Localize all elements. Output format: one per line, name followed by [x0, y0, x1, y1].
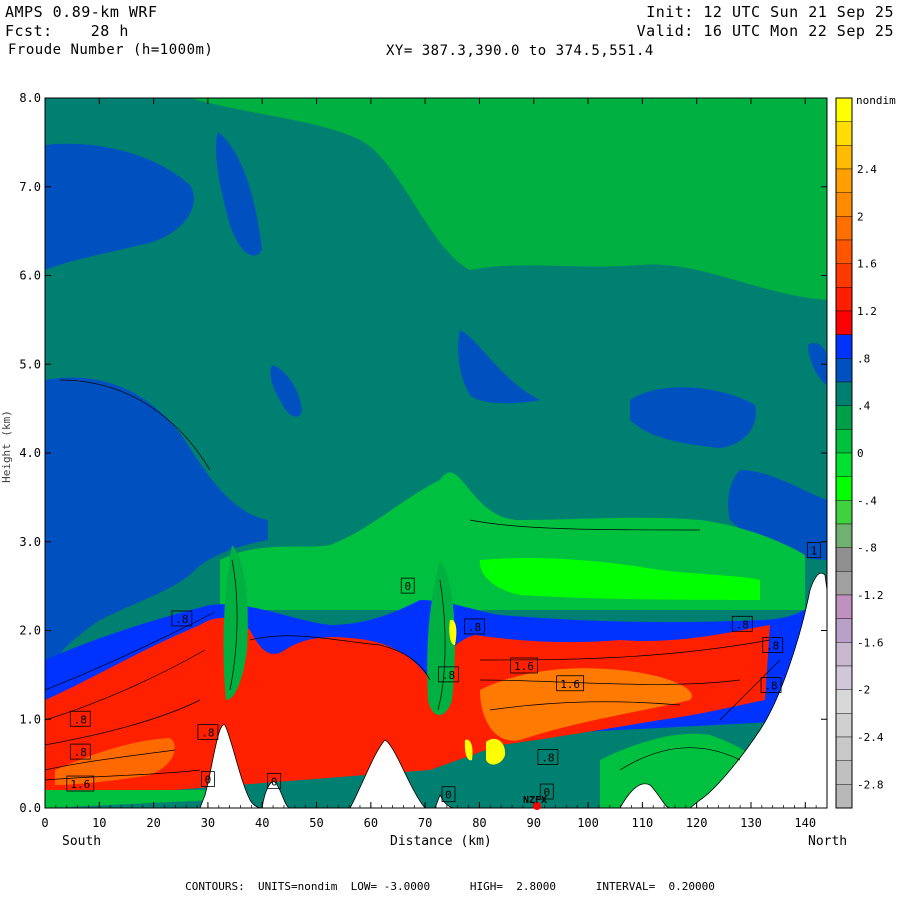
contour-label-text: 1.6 — [514, 660, 534, 673]
colorbar-swatch — [835, 665, 853, 690]
colorbar-label: .4 — [857, 400, 871, 413]
colorbar-swatch — [835, 334, 853, 359]
colorbar-swatch — [835, 239, 853, 264]
contour-label-text: 0 — [445, 789, 452, 802]
colorbar-label: -1.2 — [857, 589, 884, 602]
colorbar-label: 2 — [857, 210, 864, 223]
colorbar-label: -.8 — [857, 542, 877, 555]
x-tick-label: 110 — [632, 816, 654, 830]
y-tick-label: 1.0 — [19, 712, 41, 726]
x-tick-label: 120 — [686, 816, 708, 830]
colorbar-label: -.4 — [857, 494, 877, 507]
x-tick-label: 20 — [146, 816, 160, 830]
colorbar-swatch — [835, 192, 853, 217]
cross-section-plot: .8 .8 1.6 .8 .8 0 0 0 .8 .8 1.6 1.6 .8 0 0 .8 .8 .8 1 0 10 2… — [19, 91, 896, 830]
x-axis-south-label: South — [62, 834, 102, 849]
colorbar-swatch — [835, 287, 853, 312]
colorbar-swatch — [835, 618, 853, 643]
contour-label: 1.6 — [556, 675, 585, 692]
contour-info-footer: CONTOURS: UNITS=nondim LOW= -3.0000 HIGH… — [185, 880, 715, 893]
x-tick-label: 40 — [255, 816, 269, 830]
contour-label: 1.6 — [510, 657, 538, 674]
y-tick-label: 6.0 — [19, 269, 41, 283]
colorbar-swatch — [835, 736, 853, 761]
y-tick-label: 3.0 — [19, 535, 41, 549]
colorbar-swatch — [835, 476, 853, 501]
colorbar-unit: nondim — [856, 94, 896, 107]
x-tick-label: 90 — [527, 816, 541, 830]
contour-label-text: 1 — [811, 545, 818, 558]
colorbar-label: -2.8 — [857, 778, 884, 791]
colorbar-label: 2.4 — [857, 163, 877, 176]
colorbar-swatch — [835, 381, 853, 406]
contour-label-text: 0 — [271, 775, 278, 788]
x-tick-label: 30 — [201, 816, 215, 830]
contour-label-text: .8 — [442, 669, 455, 682]
y-tick-label: 0.0 — [19, 801, 41, 815]
colorbar-label: .8 — [857, 352, 870, 365]
x-axis-north-label: North — [808, 834, 848, 849]
y-tick-label: 5.0 — [19, 357, 41, 371]
contour-fill-layer — [45, 98, 827, 808]
colorbar-label: 1.2 — [857, 305, 877, 318]
y-tick-label: 2.0 — [19, 624, 41, 638]
contour-label-text: 1.6 — [70, 778, 90, 791]
x-tick-label: 10 — [92, 816, 106, 830]
contour-label-text: .8 — [764, 680, 777, 693]
colorbar-swatch — [835, 263, 853, 288]
colorbar-swatch — [835, 145, 853, 170]
contour-label-text: 0 — [404, 580, 411, 593]
contour-label-text: .8 — [175, 613, 188, 626]
x-tick-label: 130 — [740, 816, 762, 830]
colorbar-swatch — [835, 358, 853, 383]
colorbar-label: 1.6 — [857, 258, 877, 271]
x-tick-label: 0 — [41, 816, 48, 830]
colorbar-swatch — [835, 500, 853, 525]
y-tick-label: 8.0 — [19, 91, 41, 105]
x-tick-label: 80 — [472, 816, 486, 830]
y-tick-label: 4.0 — [19, 446, 41, 460]
colorbar-swatch — [835, 760, 853, 785]
contour-label-text: .8 — [74, 713, 87, 726]
contour-label-text: 0 — [205, 774, 212, 787]
colorbar-swatch — [835, 713, 853, 738]
colorbar-swatch — [835, 216, 853, 241]
colorbar-label: 0 — [857, 447, 864, 460]
colorbar-swatch — [835, 452, 853, 477]
x-axis-title: Distance (km) — [390, 834, 492, 849]
colorbar-swatch — [835, 97, 853, 122]
colorbar-label: -2.4 — [857, 731, 884, 744]
contour-label-text: .8 — [736, 618, 749, 631]
contour-label-text: .8 — [201, 727, 214, 740]
x-tick-label: 70 — [418, 816, 432, 830]
colorbar-swatch — [835, 571, 853, 596]
colorbar-swatch — [835, 689, 853, 714]
x-tick-label: 100 — [577, 816, 599, 830]
y-tick-label: 7.0 — [19, 180, 41, 194]
colorbar-swatch — [835, 642, 853, 667]
colorbar-label: -2 — [857, 684, 870, 697]
y-axis-title: Height (km) — [0, 410, 13, 483]
contour-label-text: .8 — [541, 751, 554, 764]
contour-label-text: .8 — [766, 640, 779, 653]
colorbar-swatch — [835, 784, 853, 809]
colorbar-swatch — [835, 429, 853, 454]
x-tick-label: 140 — [794, 816, 816, 830]
colorbar-swatch — [835, 310, 853, 335]
colorbar-swatch — [835, 405, 853, 430]
colorbar-swatch — [835, 121, 853, 146]
colorbar-swatch — [835, 594, 853, 619]
contour-label-text: .8 — [74, 746, 87, 759]
station-label: NZFX — [523, 795, 547, 806]
colorbar-swatch — [835, 523, 853, 548]
x-tick-label: 50 — [309, 816, 323, 830]
contour-label-text: 1.6 — [560, 678, 580, 691]
contour-label: 1.6 — [66, 775, 95, 792]
colorbar: 2.4 2 1.6 1.2 .8 .4 0 -.4 -.8 -1.2 -1.6 -2 -2.4 -2.8 — [835, 97, 884, 809]
colorbar-swatch — [835, 547, 853, 572]
colorbar-swatch — [835, 168, 853, 193]
contour-label-text: .8 — [468, 621, 481, 634]
colorbar-label: -1.6 — [857, 636, 884, 649]
x-tick-label: 60 — [364, 816, 378, 830]
